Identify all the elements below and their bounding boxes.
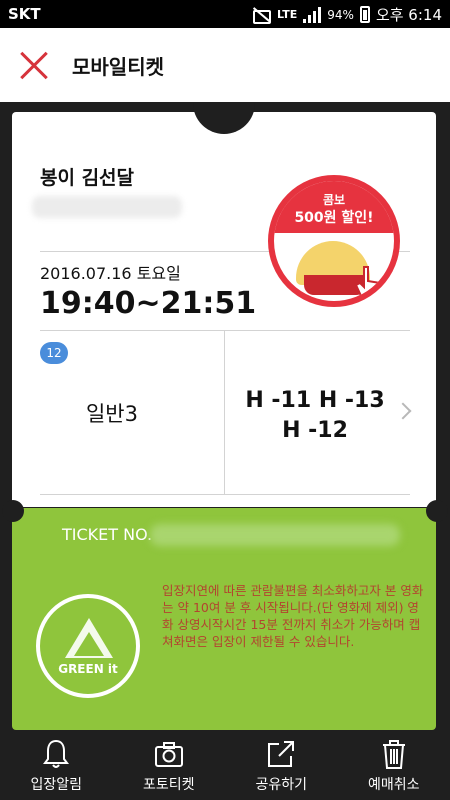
green-it-logo: GREEN it (36, 594, 140, 698)
clock: 오후 6:14 (375, 6, 442, 24)
nav-label: 입장알림 (30, 777, 83, 793)
nav-cancel-booking[interactable]: 예매취소 (338, 732, 450, 800)
admission-notice: 입장지연에 따른 관람불편을 최소화하고자 본 영화는 약 10여 분 후 시작… (162, 583, 424, 649)
nav-label: 포토티켓 (142, 777, 195, 793)
promo-line2: 500원 할인! (294, 210, 374, 226)
camera-icon (154, 742, 183, 767)
show-time: 19:40~21:51 (40, 286, 257, 321)
network-label: LTE (277, 7, 298, 21)
age-rating-badge: 12 (40, 342, 68, 364)
show-date: 2016.07.16 토요일 (40, 264, 181, 283)
divider (40, 494, 410, 495)
nav-share[interactable]: 공유하기 (225, 732, 338, 800)
green-it-label: GREEN it (58, 662, 118, 676)
combo-promo-badge[interactable]: 콤보 500원 할인! (268, 175, 400, 307)
seat-numbers-line1: H -11 H -13 (245, 388, 385, 413)
battery-icon (359, 6, 370, 23)
share-icon (268, 741, 295, 767)
page-title: 모바일티켓 (72, 55, 164, 79)
signal-icon (303, 6, 322, 23)
seat-numbers-line2: H -12 (282, 418, 348, 443)
ticket-number-redacted (150, 524, 400, 546)
nav-entry-alert[interactable]: 입장알림 (0, 732, 113, 800)
ticket-side-notch-right (426, 500, 448, 522)
ticket-number-label: TICKET NO. (62, 525, 153, 544)
mute-icon (251, 7, 272, 24)
pointing-hand-icon (354, 266, 384, 301)
seat-divider (224, 330, 225, 495)
movie-title: 봉이 김선달 (40, 167, 135, 189)
seat-numbers[interactable]: H -11 H -13 H -12 (230, 386, 400, 446)
nav-photo-ticket[interactable]: 포토티켓 (113, 732, 226, 800)
promo-line1: 콤보 (322, 193, 346, 207)
battery-percent: 94% (327, 7, 354, 22)
seat-type: 일반3 (85, 402, 138, 426)
bell-icon (43, 739, 70, 768)
theater-info-redacted (32, 196, 182, 218)
trash-icon (382, 740, 405, 769)
app-header: 모바일티켓 (0, 28, 450, 102)
divider (40, 330, 410, 331)
bottom-nav: 입장알림 포토티켓 공유하기 예매취소 (0, 732, 450, 800)
nav-label: 공유하기 (255, 777, 308, 793)
close-icon[interactable] (18, 50, 50, 82)
nav-label: 예매취소 (367, 777, 420, 793)
ticket-side-notch-left (2, 500, 24, 522)
carrier-label: SKT (8, 5, 41, 23)
status-bar: SKT LTE 94% 오후 6:14 (0, 0, 450, 28)
